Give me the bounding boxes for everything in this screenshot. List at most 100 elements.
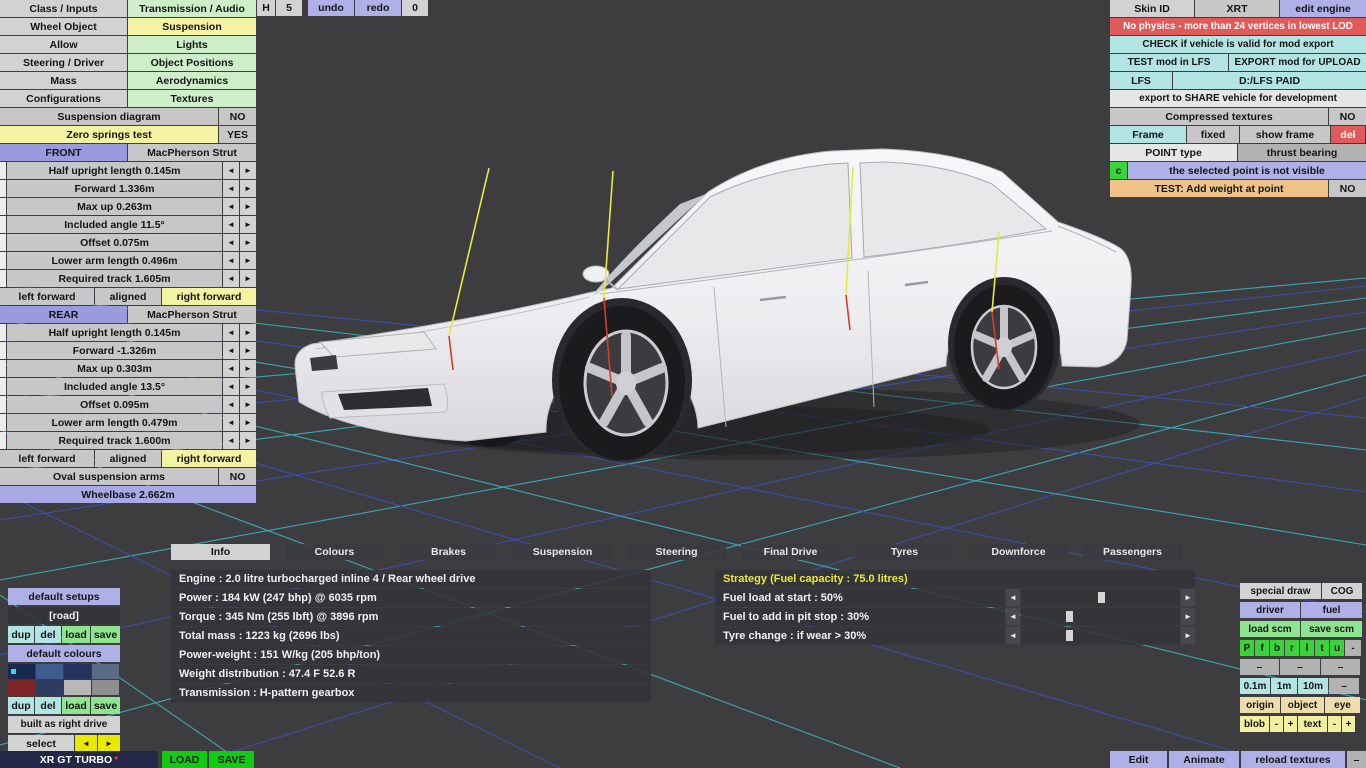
slider-notch[interactable] [0,396,6,413]
slider-notch[interactable] [0,162,6,179]
oval-arms-label[interactable]: Oval suspension arms [0,468,218,485]
increase-arrow-button[interactable]: ► [240,180,256,197]
slider-notch[interactable] [0,432,6,449]
param-forward-rear[interactable]: Forward -1.326m [7,342,222,359]
required-track-front[interactable]: Required track 1.605m [7,270,222,287]
tyre-change-slider[interactable] [1021,627,1180,645]
slider-notch[interactable] [0,180,6,197]
blob-minus-button[interactable]: - [1270,716,1283,732]
rear-left-forward[interactable]: left forward [0,450,94,467]
skin-id-value[interactable]: XRT [1195,0,1279,17]
colour-swatch[interactable] [36,664,63,679]
increase-arrow-button[interactable]: ► [240,234,256,251]
redo-button[interactable]: redo [355,0,401,16]
slider-notch[interactable] [0,252,6,269]
colour-swatch[interactable] [8,680,35,695]
menu-wheel-object[interactable]: Wheel Object [0,18,127,35]
built-right-drive-toggle[interactable]: built as right drive [8,716,120,733]
param-max-up-rear[interactable]: Max up 0.303m [7,360,222,377]
compressed-textures-label[interactable]: Compressed textures [1110,108,1328,125]
zero-springs-label[interactable]: Zero springs test [0,126,218,143]
grid-0-1m-button[interactable]: 0.1m [1240,678,1270,694]
param-offset-front[interactable]: Offset 0.075m [7,234,222,251]
text-button[interactable]: text [1298,716,1327,732]
tab-info[interactable]: Info [171,544,270,560]
colour-swatch[interactable] [64,664,91,679]
menu-allow[interactable]: Allow [0,36,127,53]
menu-suspension-active[interactable]: Suspension [128,18,256,35]
toggle-l-button[interactable]: l [1300,640,1314,656]
increase-arrow-button[interactable]: ► [240,432,256,449]
fixed-button[interactable]: fixed [1187,126,1239,143]
load-button[interactable]: LOAD [162,751,207,768]
increase-arrow-button[interactable]: ► [240,396,256,413]
setup-dup-button[interactable]: dup [8,626,34,643]
slider-notch[interactable] [0,378,6,395]
setup-del-button[interactable]: del [35,626,61,643]
save-scm-button[interactable]: save scm [1301,621,1362,637]
decrease-arrow-button[interactable]: ◄ [223,378,239,395]
param-included-angle-front[interactable]: Included angle 11.5° [7,216,222,233]
toggle-extra-button[interactable]: - [1345,640,1361,656]
dash-button[interactable]: – [1321,659,1360,675]
save-button[interactable]: SAVE [209,751,254,768]
slider-notch[interactable] [0,234,6,251]
toggle-t-button[interactable]: t [1315,640,1329,656]
text-plus-button[interactable]: + [1342,716,1355,732]
slider-notch[interactable] [0,414,6,431]
oval-arms-value[interactable]: NO [219,468,256,485]
slider-notch[interactable] [0,198,6,215]
param-forward-front[interactable]: Forward 1.336m [7,180,222,197]
colour-swatch[interactable] [36,680,63,695]
tab-tyres[interactable]: Tyres [855,544,954,560]
lfs-button[interactable]: LFS [1110,72,1172,89]
lfs-path[interactable]: D:/LFS PAID [1173,72,1366,89]
grid-1m-button[interactable]: 1m [1271,678,1297,694]
tab-brakes[interactable]: Brakes [399,544,498,560]
rear-aligned[interactable]: aligned [95,450,161,467]
param-lower-arm-rear[interactable]: Lower arm length 0.479m [7,414,222,431]
decrease-arrow-button[interactable]: ◄ [223,414,239,431]
slider-notch[interactable] [0,360,6,377]
param-half-upright-front[interactable]: Half upright length 0.145m [7,162,222,179]
toggle-r-button[interactable]: r [1285,640,1299,656]
blob-plus-button[interactable]: + [1284,716,1297,732]
param-offset-rear[interactable]: Offset 0.095m [7,396,222,413]
toggle-f-button[interactable]: f [1255,640,1269,656]
show-frame-button[interactable]: show frame [1240,126,1330,143]
text-minus-button[interactable]: - [1328,716,1341,732]
special-draw-button[interactable]: special draw [1240,583,1321,599]
slider-notch[interactable] [0,324,6,341]
test-mod-button[interactable]: TEST mod in LFS [1110,54,1228,71]
default-setups-button[interactable]: default setups [8,588,120,605]
decrease-arrow-button[interactable]: ◄ [223,270,239,287]
decrease-arrow-button[interactable]: ◄ [223,216,239,233]
menu-textures[interactable]: Textures [128,90,256,107]
front-suspension-type[interactable]: MacPherson Strut [128,144,256,161]
menu-aerodynamics[interactable]: Aerodynamics [128,72,256,89]
decrease-arrow-button[interactable]: ◄ [223,432,239,449]
select-prev-arrow[interactable]: ◄ [75,735,97,752]
default-colours-button[interactable]: default colours [8,645,120,662]
grid-10m-button[interactable]: 10m [1298,678,1328,694]
front-left-forward[interactable]: left forward [0,288,94,305]
zero-springs-value[interactable]: YES [219,126,256,143]
colour-save-button[interactable]: save [91,697,120,714]
slider-notch[interactable] [0,342,6,359]
edit-mode-button[interactable]: Edit [1110,751,1167,768]
rear-right-forward[interactable]: right forward [162,450,256,467]
decrease-arrow-button[interactable]: ◄ [223,360,239,377]
suspension-diagram-label[interactable]: Suspension diagram [0,108,218,125]
compressed-textures-value[interactable]: NO [1329,108,1366,125]
increase-arrow-button[interactable]: ► [240,252,256,269]
tab-steering[interactable]: Steering [627,544,726,560]
colour-swatch[interactable] [92,680,119,695]
delete-frame-button[interactable]: del [1331,126,1365,143]
skin-id-button[interactable]: Skin ID [1110,0,1194,17]
decrease-arrow-button[interactable]: ◄ [223,198,239,215]
decrease-arrow-button[interactable]: ◄ [223,234,239,251]
slider-handle[interactable] [1065,630,1073,641]
decrease-arrow-button[interactable]: ◄ [223,324,239,341]
increase-arrow-button[interactable]: ► [240,378,256,395]
decrease-arrow-button[interactable]: ◄ [223,180,239,197]
